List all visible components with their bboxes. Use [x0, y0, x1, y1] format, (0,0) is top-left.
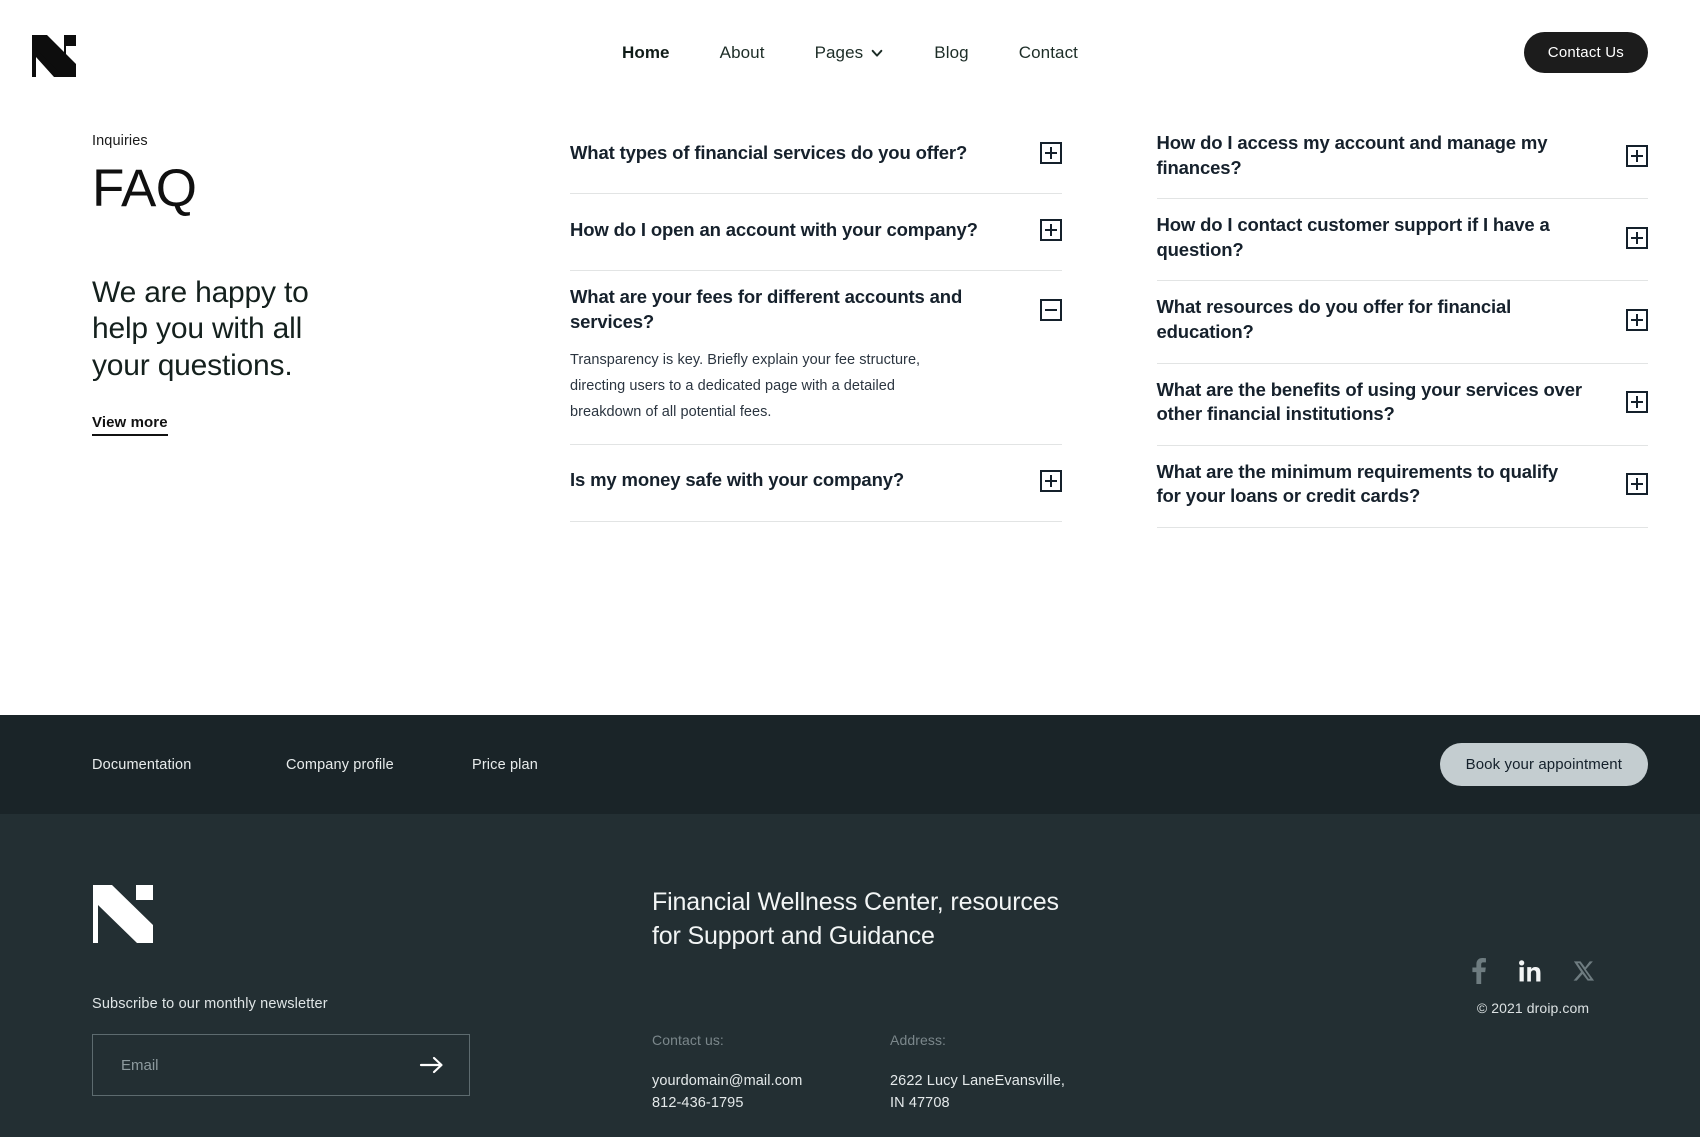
arrow-right-icon: [419, 1056, 443, 1074]
contact-phone[interactable]: 812-436-1795: [652, 1092, 890, 1114]
link-company-profile[interactable]: Company profile: [286, 757, 472, 773]
faq-row[interactable]: What are your fees for different account…: [570, 285, 1062, 334]
footer-contact-block: Contact us: yourdomain@mail.com 812-436-…: [652, 1032, 890, 1115]
newsletter-submit-button[interactable]: [417, 1055, 447, 1075]
faq-expand-toggle-plus-icon[interactable]: [1039, 142, 1062, 164]
nav-item-contact[interactable]: Contact: [1019, 43, 1078, 63]
nav-item-home[interactable]: Home: [622, 43, 670, 63]
faq-row[interactable]: Is my money safe with your company?: [570, 459, 1062, 503]
faq-question: What resources do you offer for financia…: [1156, 296, 1512, 342]
x-twitter-icon[interactable]: [1573, 960, 1595, 982]
faq-expand-toggle-plus-icon[interactable]: [1039, 469, 1062, 492]
faq-question: How do I open an account with your compa…: [570, 218, 978, 240]
faq-expand-toggle-plus-icon[interactable]: [1039, 219, 1062, 241]
newsletter-form: [92, 1034, 470, 1096]
faq-expand-toggle-plus-icon[interactable]: [1626, 144, 1648, 167]
nav-label: Pages: [814, 42, 864, 62]
faq-row[interactable]: How do I open an account with your compa…: [570, 208, 1062, 252]
linkedin-icon[interactable]: [1519, 960, 1541, 982]
nav-item-about[interactable]: About: [720, 43, 765, 63]
faq-question: What are your fees for different account…: [570, 286, 963, 332]
footer-address-block: Address: 2622 Lucy LaneEvansville, IN 47…: [890, 1032, 1065, 1115]
copyright-text: © 2021 droip.com: [1476, 1000, 1590, 1016]
faq-section: Inquiries FAQ We are happy to help you w…: [0, 105, 1700, 715]
footer-social-column: © 2021 droip.com: [1418, 884, 1648, 1137]
link-documentation[interactable]: Documentation: [92, 757, 286, 773]
faq-question: How do I contact customer support if I h…: [1156, 214, 1550, 260]
address-label: Address:: [890, 1031, 947, 1048]
faq-row[interactable]: How do I contact customer support if I h…: [1156, 213, 1648, 262]
faq-column-right: How do I access my account and manage my…: [1156, 123, 1648, 715]
faq-item: What are the minimum requirements to qua…: [1156, 446, 1648, 528]
contact-label: Contact us:: [652, 1031, 724, 1048]
footer-info-column: Financial Wellness Center, resources for…: [652, 884, 1418, 1137]
faq-question: What are the minimum requirements to qua…: [1156, 460, 1559, 507]
nav-item-blog[interactable]: Blog: [934, 43, 968, 63]
utility-band: Documentation Company profile Price plan…: [0, 715, 1700, 814]
faq-collapse-toggle-minus-icon[interactable]: [1039, 298, 1062, 321]
faq-item: What resources do you offer for financia…: [1156, 281, 1648, 364]
footer-brand-column: Subscribe to our monthly newsletter: [92, 884, 652, 1137]
faq-question: What types of financial services do you …: [570, 141, 968, 163]
social-links: [1471, 958, 1595, 984]
faq-question: What are the benefits of using your serv…: [1156, 378, 1583, 425]
site-footer: Subscribe to our monthly newsletter Fina…: [0, 814, 1700, 1137]
utility-links: Documentation Company profile Price plan: [92, 757, 538, 773]
faq-expand-toggle-plus-icon[interactable]: [1626, 391, 1648, 414]
nav-label: Contact: [1018, 42, 1078, 62]
chevron-down-icon: [871, 49, 883, 57]
faq-columns: What types of financial services do you …: [482, 123, 1648, 715]
faq-question: Is my money safe with your company?: [570, 469, 905, 491]
book-appointment-button[interactable]: Book your appointment: [1439, 743, 1648, 786]
faq-item: How do I contact customer support if I h…: [1156, 199, 1648, 282]
email-input[interactable]: [121, 1056, 417, 1074]
faq-item: What types of financial services do you …: [570, 123, 1062, 194]
faq-column-left: What types of financial services do you …: [570, 123, 1062, 715]
faq-row[interactable]: What resources do you offer for financia…: [1156, 295, 1648, 344]
facebook-icon[interactable]: [1471, 958, 1487, 984]
faq-expand-toggle-plus-icon[interactable]: [1626, 473, 1648, 496]
nav-item-pages[interactable]: Pages: [815, 43, 885, 63]
nav-label: Blog: [934, 42, 969, 62]
faq-item: What are the benefits of using your serv…: [1156, 364, 1648, 446]
footer-contact-blocks: Contact us: yourdomain@mail.com 812-436-…: [652, 1032, 1418, 1115]
address-line-2: IN 47708: [890, 1094, 950, 1111]
nav-label: Home: [621, 42, 670, 62]
view-more-link[interactable]: View more: [92, 414, 168, 437]
intro-lead: We are happy to help you with all your q…: [92, 275, 309, 382]
main-nav: Home About Pages Blog Contact: [0, 43, 1700, 63]
faq-item-expanded: What are your fees for different account…: [570, 271, 1062, 445]
faq-row[interactable]: What are the benefits of using your serv…: [1156, 378, 1648, 427]
link-price-plan[interactable]: Price plan: [472, 757, 538, 773]
faq-answer: Transparency is key. Briefly explain you…: [570, 352, 921, 420]
faq-item: Is my money safe with your company?: [570, 445, 1062, 522]
faq-row[interactable]: What are the minimum requirements to qua…: [1156, 460, 1648, 509]
footer-logo-icon[interactable]: [92, 884, 154, 944]
logo-icon[interactable]: [30, 29, 78, 77]
faq-question: How do I access my account and manage my…: [1156, 132, 1548, 178]
faq-expand-toggle-plus-icon[interactable]: [1626, 226, 1648, 249]
faq-row[interactable]: How do I access my account and manage my…: [1156, 131, 1648, 180]
page-title: FAQ: [92, 159, 197, 218]
faq-item: How do I open an account with your compa…: [570, 194, 1062, 271]
faq-item: How do I access my account and manage my…: [1156, 123, 1648, 200]
nav-label: About: [719, 42, 765, 62]
footer-headline: Financial Wellness Center, resources for…: [652, 888, 1059, 950]
faq-expand-toggle-plus-icon[interactable]: [1626, 308, 1648, 331]
subscribe-label: Subscribe to our monthly newsletter: [92, 996, 328, 1012]
site-header: Home About Pages Blog Contact Contact Us: [0, 0, 1700, 105]
contact-us-button[interactable]: Contact Us: [1523, 32, 1648, 73]
address-line-1: 2622 Lucy LaneEvansville,: [890, 1072, 1066, 1089]
section-eyebrow: Inquiries: [92, 133, 148, 149]
faq-intro: Inquiries FAQ We are happy to help you w…: [92, 123, 482, 715]
contact-email[interactable]: yourdomain@mail.com: [652, 1070, 890, 1092]
faq-row[interactable]: What types of financial services do you …: [570, 131, 1062, 175]
